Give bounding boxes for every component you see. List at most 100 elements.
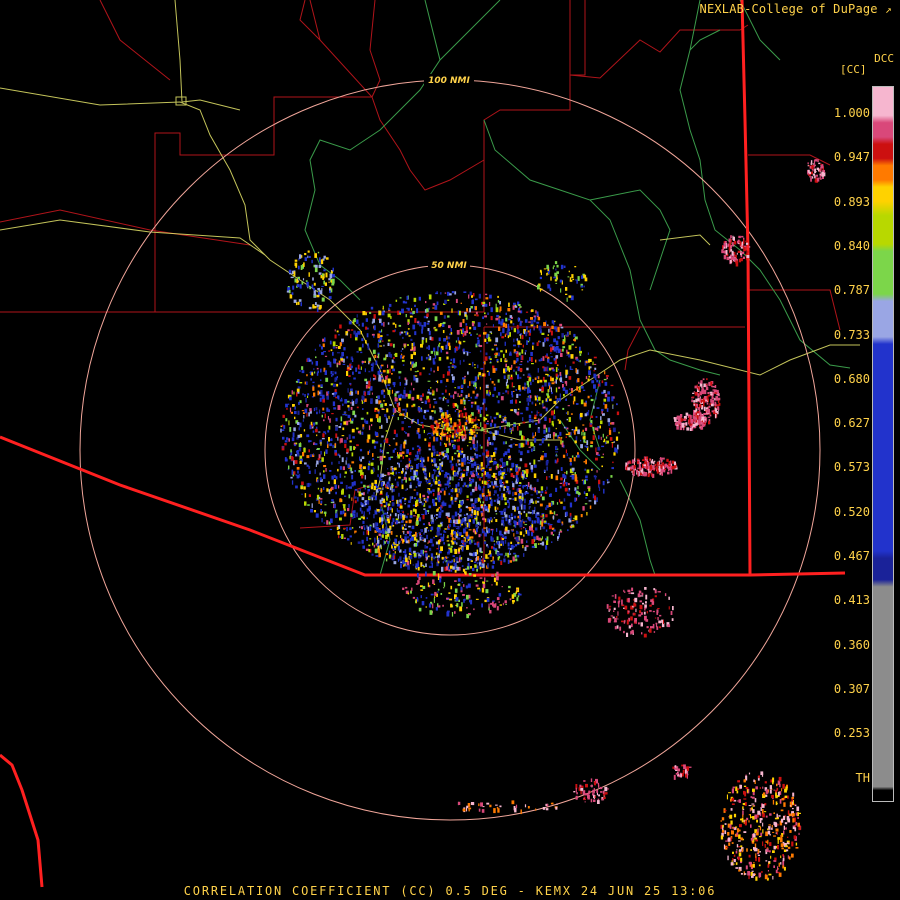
echo-pixel bbox=[457, 386, 461, 389]
echo-pixel bbox=[329, 363, 332, 368]
echo-pixel bbox=[580, 412, 583, 418]
echo-pixel bbox=[544, 491, 548, 494]
echo-pixel bbox=[502, 472, 505, 474]
echo-pixel bbox=[378, 418, 381, 423]
echo-pixel bbox=[426, 308, 429, 313]
echo-pixel bbox=[413, 497, 416, 500]
echo-pixel bbox=[551, 325, 554, 330]
echo-pixel bbox=[418, 532, 422, 534]
echo-pixel bbox=[448, 437, 450, 443]
echo-pixel bbox=[313, 407, 315, 412]
echo-pixel bbox=[756, 819, 758, 823]
echo-pixel bbox=[338, 535, 340, 539]
echo-pixel bbox=[813, 160, 816, 165]
echo-pixel bbox=[386, 452, 389, 454]
echo-pixel bbox=[664, 593, 667, 597]
echo-pixel bbox=[450, 540, 454, 542]
echo-pixel bbox=[495, 412, 499, 416]
echo-pixel bbox=[369, 526, 372, 531]
echo-pixel bbox=[392, 525, 395, 527]
echo-pixel bbox=[317, 370, 319, 374]
echo-pixel bbox=[428, 555, 430, 558]
echo-pixel bbox=[553, 409, 555, 415]
echo-pixel bbox=[538, 396, 541, 401]
echo-pixel bbox=[365, 326, 368, 330]
echo-pixel bbox=[431, 452, 433, 458]
echo-pixel bbox=[465, 326, 468, 331]
echo-pixel bbox=[329, 443, 333, 447]
echo-pixel bbox=[405, 408, 407, 413]
echo-pixel bbox=[446, 448, 449, 453]
echo-pixel bbox=[360, 458, 362, 462]
echo-pixel bbox=[555, 373, 558, 377]
echo-pixel bbox=[488, 467, 492, 469]
echo-pixel bbox=[425, 356, 428, 360]
echo-pixel bbox=[477, 322, 481, 327]
echo-pixel bbox=[459, 341, 462, 345]
echo-pixel bbox=[685, 422, 688, 426]
echo-pixel bbox=[522, 374, 525, 376]
echo-pixel bbox=[479, 476, 483, 478]
echo-pixel bbox=[392, 549, 395, 551]
echo-pixel bbox=[606, 435, 609, 437]
echo-pixel bbox=[522, 545, 524, 549]
echo-pixel bbox=[617, 618, 619, 620]
echo-pixel bbox=[446, 455, 449, 460]
echo-pixel bbox=[334, 392, 338, 395]
echo-pixel bbox=[387, 468, 389, 470]
echo-pixel bbox=[476, 426, 479, 428]
echo-pixel bbox=[370, 363, 373, 366]
echo-pixel bbox=[378, 330, 382, 333]
echo-pixel bbox=[542, 526, 546, 530]
echo-pixel bbox=[413, 363, 416, 368]
echo-pixel bbox=[416, 517, 418, 522]
echo-pixel bbox=[405, 465, 408, 468]
echo-pixel bbox=[391, 389, 393, 394]
echo-pixel bbox=[371, 482, 374, 487]
echo-pixel bbox=[608, 422, 610, 426]
echo-pixel bbox=[448, 442, 451, 446]
echo-pixel bbox=[390, 466, 394, 468]
echo-pixel bbox=[467, 515, 470, 519]
echo-pixel bbox=[661, 462, 664, 465]
echo-pixel bbox=[507, 499, 510, 503]
echo-pixel bbox=[414, 331, 417, 336]
echo-pixel bbox=[322, 338, 325, 342]
echo-pixel bbox=[556, 502, 559, 505]
echo-pixel bbox=[674, 466, 676, 469]
echo-pixel bbox=[460, 393, 463, 397]
echo-pixel bbox=[299, 370, 301, 372]
echo-pixel bbox=[600, 436, 602, 440]
echo-pixel bbox=[698, 416, 701, 421]
echo-pixel bbox=[399, 505, 403, 509]
echo-pixel bbox=[367, 346, 370, 350]
echo-pixel bbox=[349, 486, 352, 489]
echo-pixel bbox=[491, 348, 494, 351]
echo-pixel bbox=[519, 376, 522, 379]
echo-pixel bbox=[437, 540, 441, 545]
echo-pixel bbox=[516, 393, 519, 398]
echo-pixel bbox=[315, 361, 318, 366]
echo-pixel bbox=[459, 508, 462, 512]
echo-pixel bbox=[400, 355, 402, 359]
echo-pixel bbox=[631, 587, 634, 592]
echo-pixel bbox=[668, 606, 670, 610]
echo-pixel bbox=[509, 351, 512, 356]
echo-pixel bbox=[485, 429, 487, 435]
echo-pixel bbox=[611, 595, 614, 597]
echo-pixel bbox=[413, 543, 415, 547]
echo-pixel bbox=[328, 481, 330, 484]
echo-pixel bbox=[492, 556, 494, 562]
echo-pixel bbox=[318, 431, 321, 433]
echo-pixel bbox=[603, 389, 606, 394]
echo-pixel bbox=[525, 311, 529, 313]
echo-pixel bbox=[537, 543, 540, 545]
echo-pixel bbox=[485, 449, 488, 452]
echo-pixel bbox=[587, 410, 590, 413]
echo-pixel bbox=[430, 367, 432, 372]
echo-pixel bbox=[597, 374, 600, 379]
echo-pixel bbox=[374, 495, 377, 501]
echo-pixel bbox=[423, 497, 426, 500]
echo-pixel bbox=[351, 358, 354, 362]
echo-pixel bbox=[368, 544, 371, 547]
